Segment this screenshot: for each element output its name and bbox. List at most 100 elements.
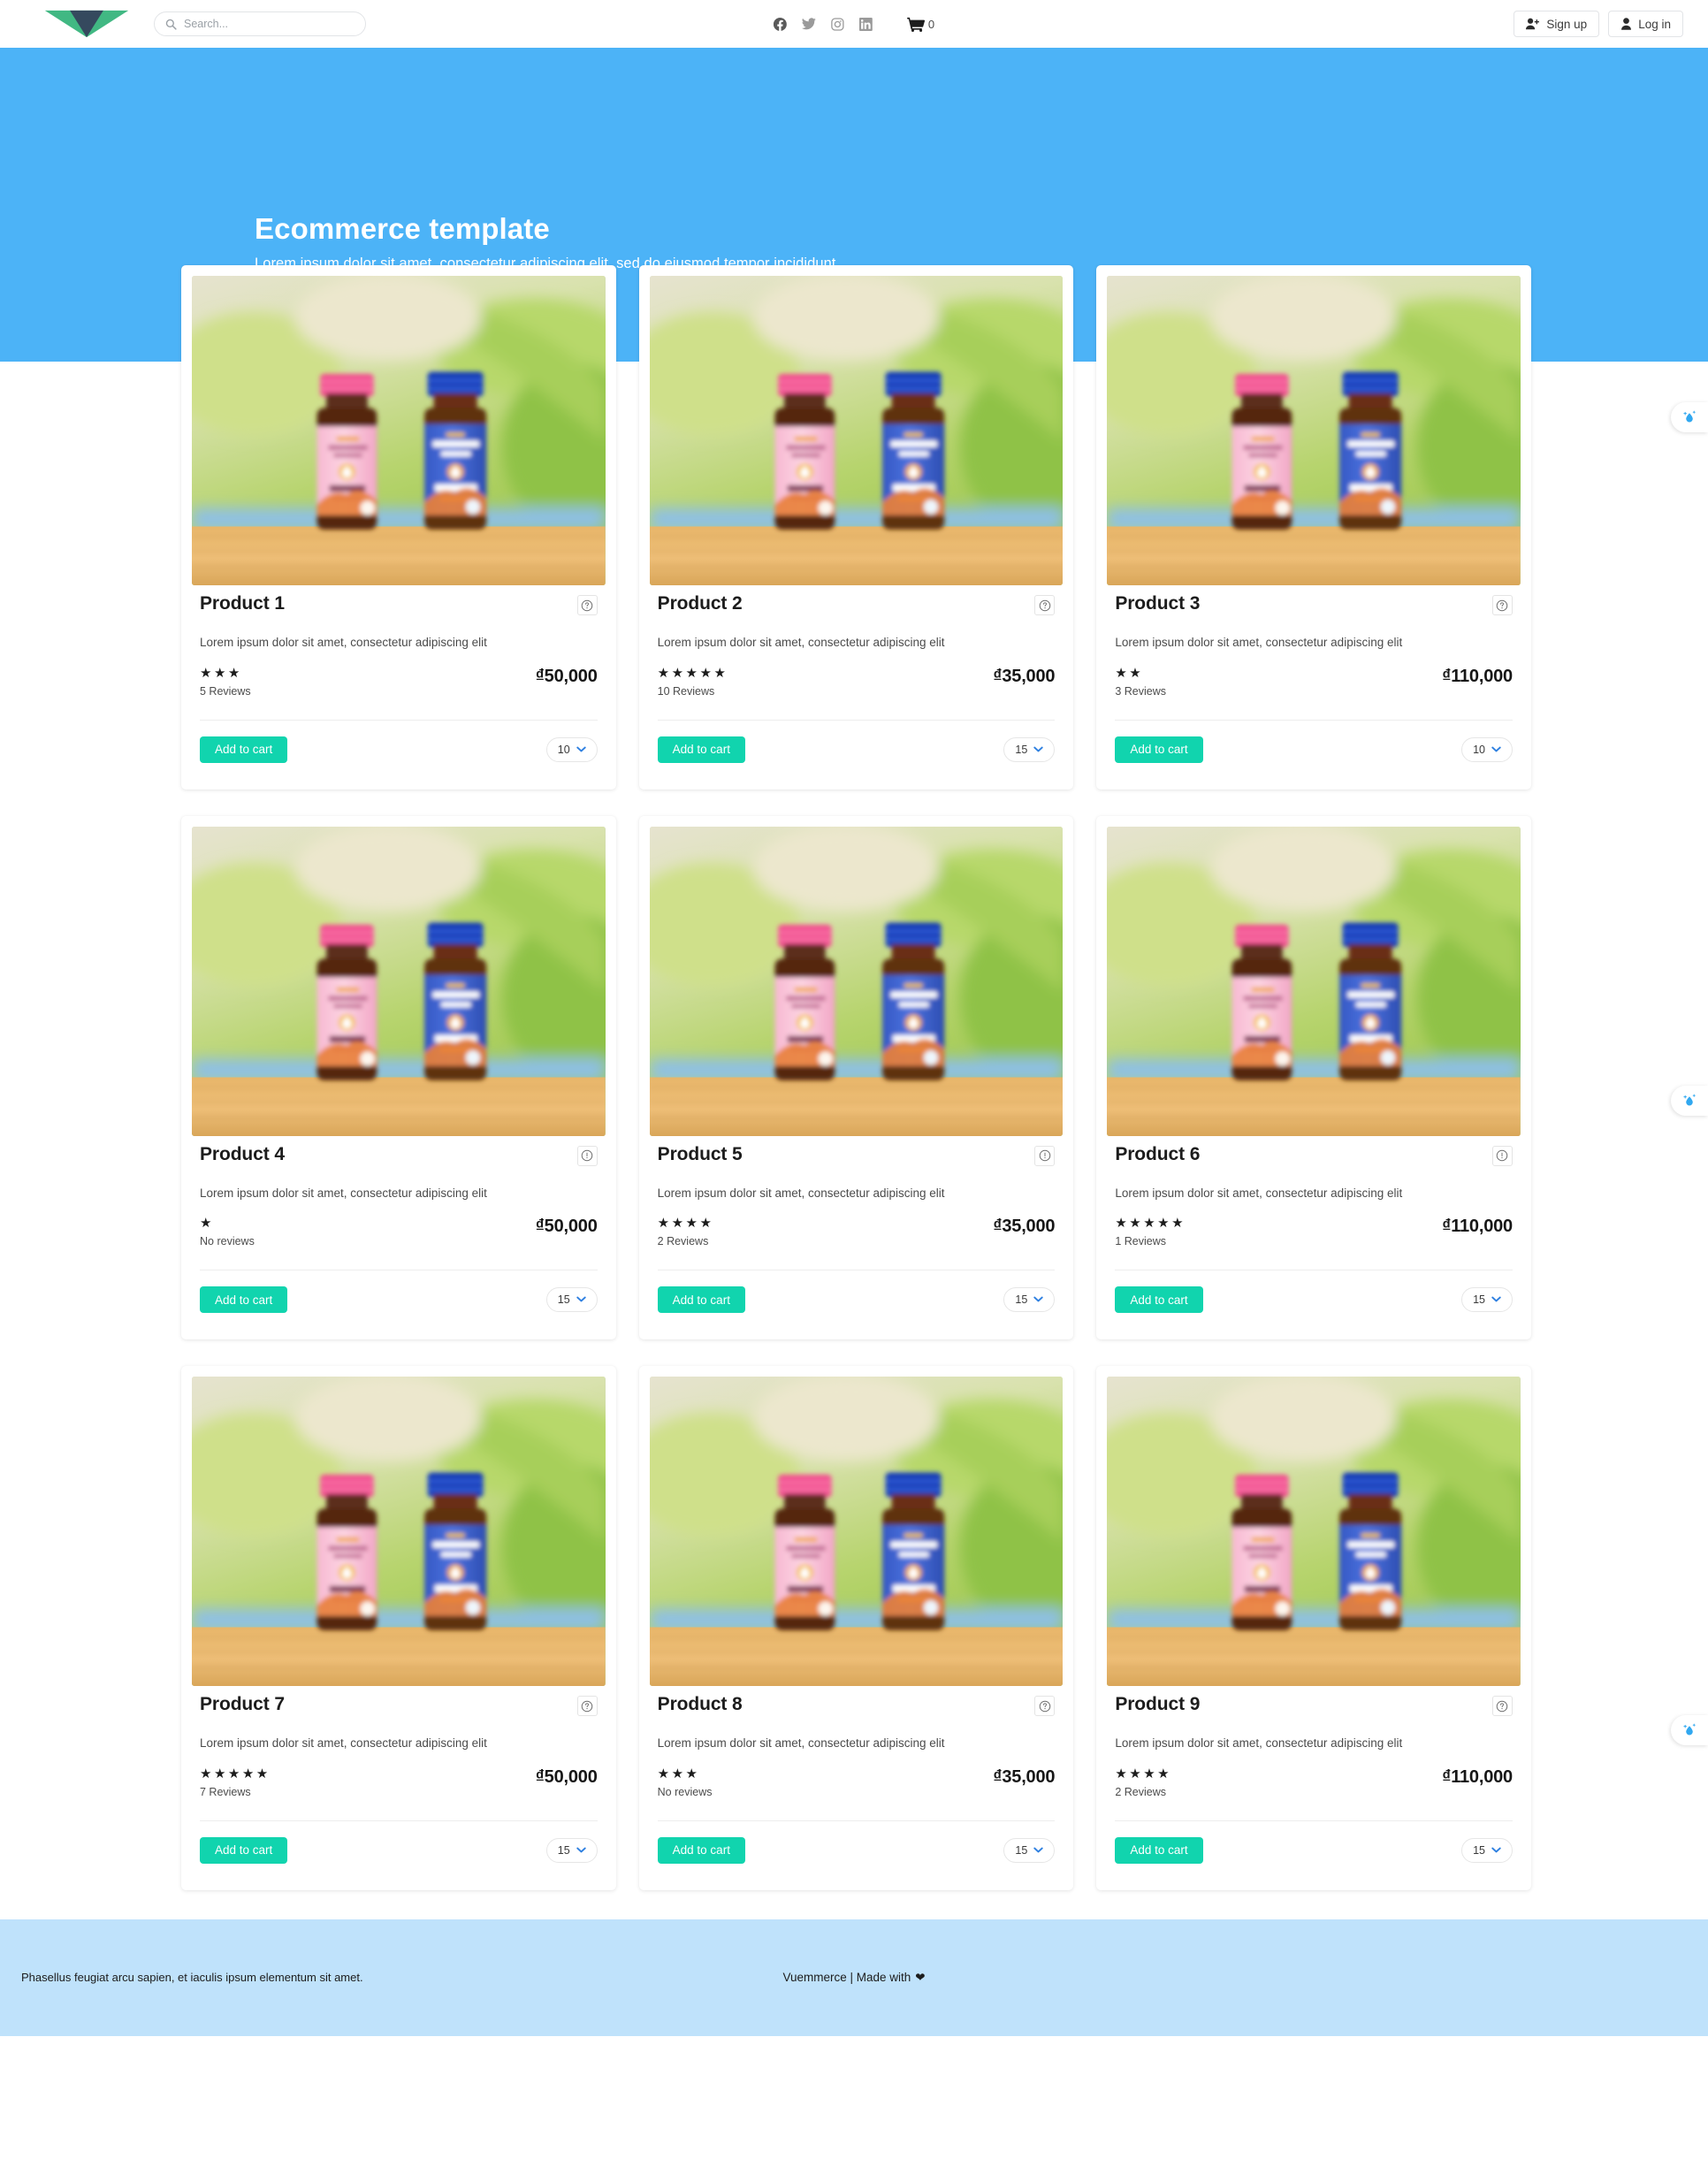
product-card: Product 8 Lorem ipsum dolor sit amet, co… <box>638 1366 1074 1890</box>
add-to-cart-button[interactable]: Add to cart <box>1115 736 1203 763</box>
add-to-cart-button[interactable]: Add to cart <box>1115 1286 1203 1314</box>
cart-button[interactable]: 0 <box>907 17 934 32</box>
star-rating: ★★ <box>1115 665 1144 681</box>
water-drop-tab-2[interactable] <box>1671 1086 1708 1116</box>
review-count: 10 Reviews <box>657 684 715 698</box>
product-rating: ★★★★★ 10 Reviews <box>658 667 728 698</box>
quantity-value: 15 <box>557 1843 570 1857</box>
help-circle-icon <box>1497 599 1508 611</box>
quantity-select[interactable]: 15 <box>1003 1287 1056 1313</box>
water-drop-icon <box>1683 1723 1696 1736</box>
product-image[interactable] <box>192 276 606 585</box>
quantity-select[interactable]: 15 <box>1461 1287 1513 1313</box>
product-rating: ★★★ 5 Reviews <box>200 667 251 698</box>
star-rating: ★★★★ <box>657 1216 714 1232</box>
quantity-value: 15 <box>1473 1843 1485 1857</box>
quantity-select[interactable]: 15 <box>1003 1837 1056 1863</box>
help-circle-icon <box>581 1700 593 1712</box>
help-circle-icon <box>581 599 593 611</box>
instagram-icon[interactable] <box>831 17 844 31</box>
product-header: Product 8 <box>650 1686 1064 1717</box>
product-header: Product 2 <box>650 585 1064 615</box>
product-card: Product 2 Lorem ipsum dolor sit amet, co… <box>638 265 1074 790</box>
chevron-down-icon <box>576 746 586 751</box>
product-rating-row: ★★★★★ 1 Reviews ₫110,000 <box>1107 1217 1521 1247</box>
product-info-button[interactable] <box>576 595 598 615</box>
product-title: Product 1 <box>200 593 285 614</box>
footer-left-text: Phasellus feugiat arcu sapien, et iaculi… <box>21 1971 363 1985</box>
water-drop-tab-1[interactable] <box>1671 402 1708 432</box>
product-title: Product 2 <box>657 593 743 614</box>
product-info-button[interactable] <box>1034 595 1056 615</box>
product-info-button[interactable] <box>1491 1696 1513 1717</box>
linkedin-icon[interactable] <box>858 17 873 31</box>
product-rating-row: ★★★★ 2 Reviews ₫110,000 <box>1107 1767 1521 1798</box>
product-rating: ★★ 3 Reviews <box>1115 667 1166 698</box>
quantity-select[interactable]: 10 <box>545 736 598 762</box>
product-photo <box>649 276 1064 585</box>
product-image[interactable] <box>192 1377 606 1687</box>
product-image[interactable] <box>1107 276 1521 585</box>
product-image[interactable] <box>1107 1377 1521 1687</box>
vue-logo[interactable] <box>44 9 129 39</box>
product-title: Product 9 <box>1115 1694 1201 1715</box>
product-grid-wrapper: Product 1 Lorem ipsum dolor sit amet, co… <box>0 265 1708 1890</box>
quantity-value: 10 <box>1473 743 1485 756</box>
cart-count: 0 <box>927 17 935 31</box>
product-image[interactable] <box>649 826 1064 1136</box>
star-rating: ★★★★★ <box>200 1766 271 1781</box>
product-photo <box>192 1377 606 1687</box>
facebook-icon[interactable] <box>773 17 787 31</box>
product-info-button[interactable] <box>1034 1145 1056 1166</box>
search-box[interactable] <box>154 11 366 36</box>
chevron-down-icon <box>1033 746 1044 751</box>
help-circle-icon <box>1497 1700 1508 1712</box>
add-to-cart-button[interactable]: Add to cart <box>657 1286 745 1314</box>
twitter-icon[interactable] <box>801 18 816 30</box>
quantity-select[interactable]: 15 <box>545 1287 598 1313</box>
add-to-cart-button[interactable]: Add to cart <box>200 1286 288 1314</box>
product-title: Product 4 <box>200 1143 285 1164</box>
product-image[interactable] <box>192 826 606 1136</box>
product-price: ₫110,000 <box>1442 1217 1513 1237</box>
product-actions: Add to cart 15 <box>192 1270 606 1314</box>
product-title: Product 6 <box>1115 1143 1201 1164</box>
product-info-button[interactable] <box>1491 1145 1513 1166</box>
hero-title: Ecommerce template <box>255 212 550 245</box>
product-image[interactable] <box>1107 826 1521 1136</box>
quantity-select[interactable]: 10 <box>1461 736 1513 762</box>
header-auth-group: Sign up Log in <box>1514 11 1683 37</box>
add-to-cart-button[interactable]: Add to cart <box>657 1836 745 1864</box>
signup-button[interactable]: Sign up <box>1514 11 1600 37</box>
site-footer: Phasellus feugiat arcu sapien, et iaculi… <box>0 1919 1708 2036</box>
review-count: 1 Reviews <box>1115 1235 1166 1248</box>
user-plus-icon <box>1526 18 1540 30</box>
product-info-button[interactable] <box>1034 1696 1056 1717</box>
product-description: Lorem ipsum dolor sit amet, consectetur … <box>1115 1736 1403 1751</box>
product-info-button[interactable] <box>576 1145 598 1166</box>
site-header: 0 Sign up Log in <box>0 0 1708 48</box>
add-to-cart-button[interactable]: Add to cart <box>1115 1836 1203 1864</box>
product-grid: Product 1 Lorem ipsum dolor sit amet, co… <box>181 265 1531 1890</box>
alert-circle-icon <box>581 1149 593 1162</box>
chevron-down-icon <box>1491 1296 1501 1302</box>
add-to-cart-button[interactable]: Add to cart <box>200 736 288 763</box>
product-image[interactable] <box>649 1377 1064 1687</box>
product-image[interactable] <box>649 276 1064 585</box>
login-button[interactable]: Log in <box>1608 11 1683 37</box>
add-to-cart-button[interactable]: Add to cart <box>200 1836 288 1864</box>
product-info-button[interactable] <box>576 1696 598 1717</box>
quantity-select[interactable]: 15 <box>1461 1837 1513 1863</box>
review-count: 5 Reviews <box>200 684 251 698</box>
water-drop-tab-3[interactable] <box>1671 1715 1708 1745</box>
quantity-value: 15 <box>1473 1293 1485 1307</box>
search-input[interactable] <box>184 18 355 30</box>
quantity-select[interactable]: 15 <box>1003 736 1056 762</box>
quantity-select[interactable]: 15 <box>545 1837 598 1863</box>
product-info-button[interactable] <box>1491 595 1513 615</box>
star-rating: ★★★★★ <box>657 665 728 681</box>
star-rating: ★ <box>200 1216 214 1232</box>
quantity-value: 15 <box>1015 1843 1028 1857</box>
add-to-cart-button[interactable]: Add to cart <box>657 736 745 763</box>
product-photo <box>192 826 606 1136</box>
